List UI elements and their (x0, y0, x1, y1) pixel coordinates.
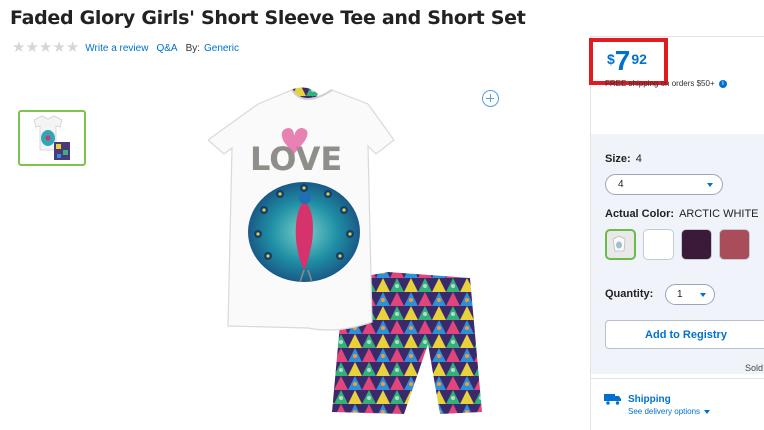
color-swatch-dark-purple[interactable] (681, 229, 712, 260)
color-swatch-white[interactable] (643, 229, 674, 260)
product-price: $ 7 92 (607, 47, 647, 75)
product-thumbnail[interactable] (18, 110, 86, 166)
star-icon: ★ (52, 39, 66, 56)
chevron-down-icon (707, 182, 713, 187)
add-to-registry-button[interactable]: Add to Registry (605, 320, 764, 349)
price-dollar-sign: $ (607, 51, 615, 67)
quantity-select[interactable]: 1 (665, 284, 715, 305)
free-shipping-text: FREE shipping on orders $50+ (605, 79, 715, 88)
size-value: 4 (635, 153, 642, 165)
shipping-divider (591, 378, 764, 379)
by-label: By: (185, 42, 201, 54)
star-icon: ★ (12, 39, 26, 56)
write-review-link[interactable]: Write a review (85, 43, 148, 54)
truck-icon (604, 394, 621, 405)
qa-link[interactable]: Q&A (156, 43, 177, 54)
color-label: Actual Color: (605, 208, 675, 220)
chevron-down-icon (704, 409, 711, 414)
zoom-in-icon[interactable] (482, 90, 499, 107)
rating-stars[interactable]: ★ ★ ★ ★ ★ (12, 39, 80, 56)
delivery-options-text: See delivery options (628, 407, 701, 416)
star-icon: ★ (65, 39, 80, 56)
free-shipping-note: FREE shipping on orders $50+ i (605, 79, 727, 88)
product-meta-row: ★ ★ ★ ★ ★ Write a review Q&A By: Generic (12, 39, 247, 56)
size-label: Size: (605, 153, 631, 165)
color-swatch-arctic-white[interactable] (605, 229, 636, 260)
star-icon: ★ (25, 39, 39, 56)
panel-top-border (591, 36, 764, 37)
quantity-label: Quantity: (605, 288, 654, 300)
chevron-down-icon (700, 292, 706, 297)
brand-link[interactable]: Generic (204, 43, 239, 54)
size-select[interactable]: 4 (605, 174, 723, 195)
delivery-options-link[interactable]: See delivery options (628, 407, 711, 416)
star-icon: ★ (38, 39, 53, 56)
price-highlight-box: $ 7 92 (589, 38, 668, 85)
quantity-value: 1 (677, 289, 683, 300)
sold-by-text: Sold (745, 363, 764, 373)
size-select-value: 4 (618, 179, 624, 190)
color-swatch-rose[interactable] (719, 229, 750, 260)
price-cents: 92 (631, 51, 647, 67)
color-value: ARCTIC WHITE (679, 208, 759, 220)
size-label-row: Size: 4 (605, 153, 642, 165)
product-image[interactable]: LOVE (207, 82, 490, 422)
info-icon[interactable]: i (718, 79, 727, 88)
shipping-label: Shipping (628, 394, 671, 405)
price-dollars: 7 (614, 45, 631, 76)
color-label-row: Actual Color: ARCTIC WHITE (605, 208, 759, 220)
swatch-pattern-icon (612, 235, 626, 252)
product-title: Faded Glory Girls' Short Sleeve Tee and … (10, 7, 526, 29)
